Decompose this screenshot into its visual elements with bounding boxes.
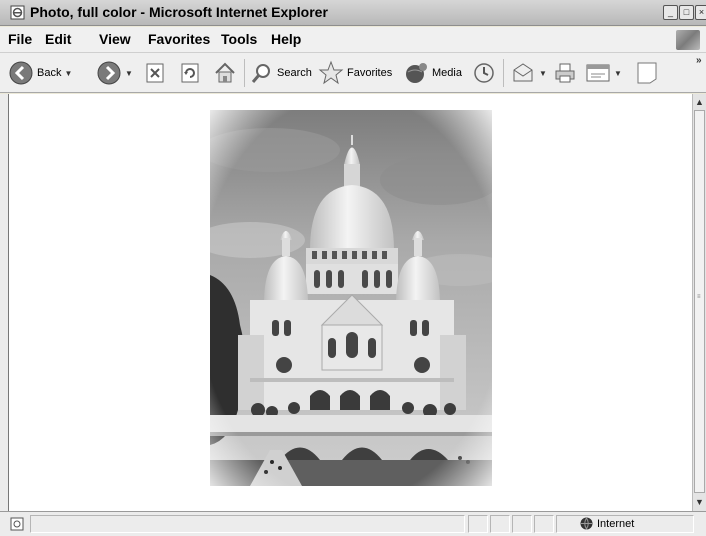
maximize-button[interactable]: □: [679, 5, 694, 20]
refresh-button[interactable]: [179, 59, 201, 87]
mail-icon: [513, 63, 533, 82]
scrollbar-thumb[interactable]: ≡: [694, 110, 705, 493]
back-button[interactable]: Back ▼: [8, 59, 72, 87]
menu-file[interactable]: File: [8, 31, 32, 47]
status-bar: Internet: [0, 511, 706, 536]
status-cell: [468, 515, 488, 533]
back-label: Back: [37, 67, 62, 79]
history-button[interactable]: [472, 59, 496, 87]
browser-window: Photo, full color - Microsoft Internet E…: [0, 0, 706, 536]
back-arrow-icon: [9, 61, 33, 85]
status-cell: [490, 515, 510, 533]
window-title: Photo, full color - Microsoft Internet E…: [30, 4, 328, 20]
favorites-label: Favorites: [347, 67, 393, 79]
security-zone: Internet: [580, 517, 634, 530]
close-button[interactable]: ×: [695, 5, 706, 20]
refresh-icon: [181, 63, 199, 83]
media-button[interactable]: Media: [403, 59, 462, 87]
media-label: Media: [432, 67, 462, 79]
print-button[interactable]: [553, 59, 577, 87]
stop-button[interactable]: [144, 59, 166, 87]
favorites-button[interactable]: Favorites: [318, 59, 392, 87]
toolbar-separator: [503, 59, 504, 87]
status-cell: [512, 515, 532, 533]
edit-icon: [586, 64, 610, 82]
status-cell: [534, 515, 554, 533]
discuss-button[interactable]: [636, 59, 658, 87]
menu-view[interactable]: View: [99, 31, 131, 47]
grip-icon: ≡: [697, 294, 701, 300]
page-status-icon: [10, 517, 24, 531]
minimize-button[interactable]: _: [663, 5, 678, 20]
back-dropdown-icon[interactable]: ▼: [64, 69, 72, 78]
mail-dropdown-icon[interactable]: ▼: [539, 69, 547, 78]
toolbar-separator: [244, 59, 245, 87]
internet-globe-icon: [580, 517, 593, 530]
windows-flag-icon: [676, 30, 700, 50]
menu-tools[interactable]: Tools: [221, 31, 257, 47]
forward-button[interactable]: ▼: [96, 59, 133, 87]
title-bar: Photo, full color - Microsoft Internet E…: [0, 0, 706, 26]
mail-button[interactable]: ▼: [510, 59, 547, 87]
edit-dropdown-icon[interactable]: ▼: [614, 69, 622, 78]
menu-help[interactable]: Help: [271, 31, 301, 47]
magnifier-icon: [251, 64, 270, 83]
note-icon: [637, 62, 657, 84]
home-icon: [215, 62, 235, 83]
printer-icon: [555, 63, 575, 83]
ie-page-icon: [10, 5, 25, 20]
vertical-scrollbar[interactable]: ▲ ≡ ▼: [692, 94, 706, 511]
standard-toolbar: Back ▼ ▼ Search Favorites Media ▼ ▼ »: [0, 53, 706, 93]
left-frame-border: [0, 94, 9, 511]
history-icon: [474, 63, 494, 83]
media-globe-icon: [406, 63, 427, 83]
search-label: Search: [277, 67, 312, 79]
menu-edit[interactable]: Edit: [45, 31, 71, 47]
menu-bar: File Edit View Favorites Tools Help: [0, 27, 706, 53]
sacre-coeur-photo: [210, 110, 492, 486]
status-text-cell: [30, 515, 465, 533]
scroll-down-icon[interactable]: ▼: [693, 495, 706, 509]
toolbar-chevron-icon[interactable]: »: [696, 55, 702, 66]
stop-icon: [146, 63, 164, 83]
star-icon: [318, 60, 344, 85]
page-content: [9, 94, 692, 511]
zone-label: Internet: [597, 517, 635, 530]
forward-dropdown-icon[interactable]: ▼: [125, 69, 133, 78]
forward-arrow-icon: [97, 61, 121, 85]
search-button[interactable]: Search: [250, 59, 312, 87]
scroll-up-icon[interactable]: ▲: [693, 95, 706, 109]
edit-button[interactable]: ▼: [585, 59, 622, 87]
home-button[interactable]: [213, 59, 237, 87]
menu-favorites[interactable]: Favorites: [148, 31, 210, 47]
